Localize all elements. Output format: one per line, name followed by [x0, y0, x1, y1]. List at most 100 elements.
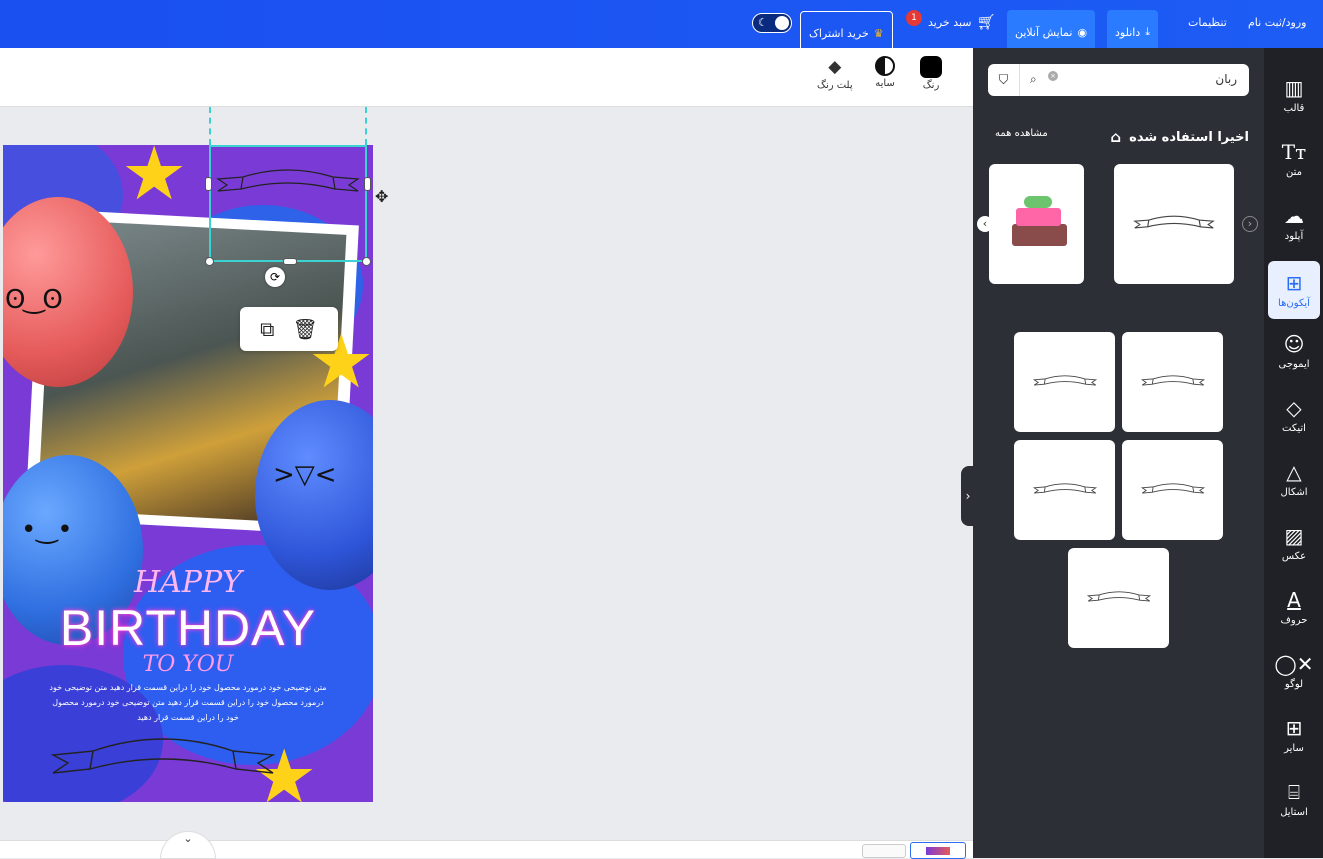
page-thumbnail[interactable] [862, 844, 906, 858]
recent-ribbon-tile[interactable] [1114, 164, 1234, 284]
top-bar: ورود/ثبت نام تنظیمات ⤓ دانلود ◉ نمایش آن… [0, 0, 1323, 55]
chevron-left-icon[interactable]: ‹ [977, 216, 993, 232]
tag-icon: ◇ [1286, 395, 1302, 420]
letters-icon: A [1287, 587, 1301, 612]
ribbon-thumb [1032, 375, 1097, 386]
login-label: ورود/ثبت نام [1248, 15, 1307, 29]
guide-line [209, 107, 211, 145]
broom-icon[interactable]: ⌂ [1110, 128, 1121, 146]
icons-icon: ⊞ [1285, 270, 1303, 295]
shadow-tool[interactable]: سایه [875, 56, 895, 89]
ribbon-result-tile[interactable] [1122, 332, 1223, 432]
search-bar[interactable]: ⛉ ⌕ × ربان [988, 64, 1249, 96]
login-link[interactable]: ورود/ثبت نام [1248, 0, 1306, 44]
cake-graphic [1002, 194, 1072, 254]
sidebar-item-label: استایل [1280, 806, 1308, 818]
emoji-icon: ☺ [1283, 331, 1305, 356]
search-icon[interactable]: ⌕ [1030, 72, 1037, 87]
description-line: خود را دراین قسمت قرار دهید [137, 713, 239, 722]
sidebar-item-photo[interactable]: ▨ عکس [1268, 514, 1320, 572]
canvas-area[interactable]: ʘ‿ʘ •‿• >▽< ★ ★ ★ HAPPY BIRTHDAY TO YOU … [0, 107, 973, 840]
settings-link[interactable]: تنظیمات [1188, 0, 1227, 44]
moon-icon: ☾ [758, 16, 768, 29]
ribbon-thumb [1032, 483, 1097, 494]
cart-button[interactable]: 🛒︎ سبد خرید [928, 0, 996, 44]
template-icon: ▥ [1284, 75, 1304, 100]
recent-cake-tile[interactable] [989, 164, 1084, 284]
recent-section-title: اخیرا استفاده شده ⌂ [1110, 128, 1249, 146]
download-label: دانلود [1115, 25, 1141, 39]
ribbon-result-tile[interactable] [1014, 332, 1115, 432]
ribbon-thumb [1140, 483, 1205, 494]
balloon-face: >▽< [273, 460, 337, 490]
eye-icon: ◉ [1077, 25, 1088, 39]
sidebar-item-emoji[interactable]: ☺ ایموجی [1268, 322, 1320, 380]
happy-text[interactable]: HAPPY [3, 565, 373, 600]
resize-handle[interactable] [364, 177, 371, 191]
trash-icon[interactable]: 🗑︎ [292, 317, 317, 341]
search-input[interactable]: ربان [1215, 72, 1237, 86]
resize-handle[interactable] [283, 258, 297, 265]
resize-handle[interactable] [205, 177, 212, 191]
sidebar-item-label: آیکون‌ها [1278, 297, 1310, 309]
sidebar-item-label: اتیکت [1282, 422, 1306, 434]
text-icon: Tт [1281, 139, 1307, 164]
guide-line [365, 107, 367, 145]
duplicate-icon[interactable]: ⧉ [260, 317, 274, 341]
paint-bucket-icon: ◆ [828, 57, 842, 77]
sidebar-item-template[interactable]: ▥ قالب [1268, 66, 1320, 124]
cart-label: سبد خرید [928, 15, 972, 29]
sidebar-item-style[interactable]: ⌸ استایل [1268, 770, 1320, 828]
palette-tool[interactable]: ◆ پلت رنگ [817, 56, 853, 91]
chevron-right-icon[interactable]: › [1242, 216, 1258, 232]
description-line: درمورد محصول خود را دراین قسمت قرار دهید… [52, 698, 324, 707]
sidebar-item-shapes[interactable]: △ اشکال [1268, 450, 1320, 508]
ribbon-result-tile[interactable] [1122, 440, 1223, 540]
color-tool[interactable]: رنگ [920, 56, 942, 91]
chevron-right-icon: › [965, 489, 971, 503]
to-you-text[interactable]: TO YOU [3, 652, 373, 677]
description-line: متن توضیحی خود درمورد محصول خود را دراین… [49, 683, 327, 692]
tools-sidebar: ▥ قالب Tт متن ☁ آپلود ⊞ آیکون‌ها ☺ ایموجی ◇ ات… [1264, 48, 1323, 858]
view-all-link[interactable]: مشاهده همه [995, 128, 1048, 139]
pages-strip: ⌄ [0, 831, 973, 859]
dark-mode-toggle[interactable]: ☾ [752, 13, 792, 33]
sidebar-item-more[interactable]: ⊞ سایر [1268, 706, 1320, 764]
sidebar-item-logo[interactable]: ◯✕ لوگو [1268, 642, 1320, 700]
birthday-text[interactable]: BIRTHDAY [3, 599, 373, 657]
description-text[interactable]: متن توضیحی خود درمورد محصول خود را دراین… [33, 680, 343, 725]
ribbon-thumb [1086, 591, 1151, 602]
selection-box[interactable] [205, 145, 371, 266]
rotate-icon[interactable]: ⟳ [265, 267, 285, 287]
ribbon-result-tile[interactable] [1068, 548, 1169, 648]
download-icon: ⤓ [1145, 25, 1151, 38]
page-thumbnail-active[interactable] [910, 842, 966, 859]
move-icon[interactable]: ✥ [375, 187, 388, 206]
color-swatch [920, 56, 942, 78]
context-menu: ⧉ 🗑︎ [240, 307, 338, 351]
sidebar-item-label: اشکال [1280, 486, 1308, 498]
sidebar-item-text[interactable]: Tт متن [1268, 130, 1320, 188]
ribbon-graphic-bottom[interactable] [48, 733, 278, 781]
resize-handle[interactable] [362, 257, 371, 266]
balloon-face: •‿• [21, 515, 73, 545]
sidebar-item-label: متن [1286, 166, 1302, 178]
style-icon: ⌸ [1288, 779, 1300, 804]
resize-handle[interactable] [205, 257, 214, 266]
filter-icon[interactable]: ⛉ [988, 64, 1020, 96]
sidebar-item-letters[interactable]: A حروف [1268, 578, 1320, 636]
assets-panel: ⛉ ⌕ × ربان اخیرا استفاده شده ⌂ مشاهده هم… [973, 48, 1264, 858]
sidebar-item-label: عکس [1281, 550, 1307, 562]
more-icon: ⊞ [1285, 715, 1303, 740]
shadow-label: سایه [875, 78, 895, 89]
sidebar-item-upload[interactable]: ☁ آپلود [1268, 194, 1320, 252]
palette-label: پلت رنگ [817, 80, 853, 91]
sidebar-item-label: آپلود [1284, 230, 1304, 242]
sidebar-item-icons[interactable]: ⊞ آیکون‌ها [1268, 261, 1320, 319]
online-view-label: نمایش آنلاین [1015, 25, 1073, 39]
clear-icon[interactable]: × [1048, 71, 1058, 81]
sidebar-item-tag[interactable]: ◇ اتیکت [1268, 386, 1320, 444]
balloon-face: ʘ‿ʘ [5, 285, 63, 315]
ribbon-result-tile[interactable] [1014, 440, 1115, 540]
logo-icon: ◯✕ [1274, 651, 1314, 676]
